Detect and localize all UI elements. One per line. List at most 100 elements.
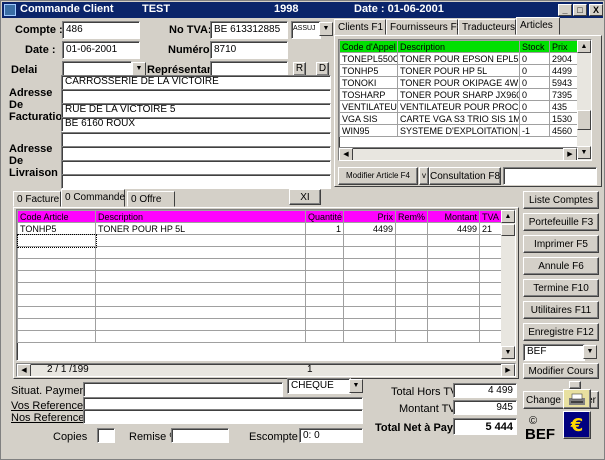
order-line-cell[interactable]: [427, 294, 480, 307]
order-line-cell[interactable]: [17, 330, 96, 343]
order-line-cell[interactable]: [17, 258, 96, 271]
order-line-cell[interactable]: [395, 234, 428, 247]
order-line-cell[interactable]: [305, 258, 344, 271]
order-line-cell[interactable]: [17, 246, 96, 259]
order-line-cell[interactable]: [343, 282, 396, 295]
tab-articles[interactable]: Articles: [516, 17, 560, 35]
maximize-button[interactable]: □: [573, 4, 587, 16]
btn-d[interactable]: D: [316, 62, 329, 76]
order-line-cell[interactable]: [343, 234, 396, 247]
utilitaires-button[interactable]: Utilitaires F11: [523, 301, 599, 319]
order-line-cell[interactable]: [305, 318, 344, 331]
adresse-facturation-line-4[interactable]: BE 6160 ROUX: [61, 117, 331, 132]
order-line-cell[interactable]: [479, 294, 504, 307]
enregistre-button[interactable]: Enregistre F12: [523, 323, 599, 341]
order-line-cell[interactable]: 21: [479, 222, 504, 235]
currency-select[interactable]: BEF: [523, 344, 585, 361]
order-line-cell[interactable]: [305, 246, 344, 259]
tab-fournisseurs[interactable]: Fournisseurs F2: [386, 19, 462, 35]
order-line-cell[interactable]: [305, 330, 344, 343]
copies-input[interactable]: [97, 428, 115, 443]
payment-mode-select[interactable]: CHEQUE: [287, 378, 351, 394]
order-line-cell[interactable]: [395, 258, 428, 271]
order-line-cell[interactable]: [479, 318, 504, 331]
scroll-down-icon[interactable]: ▼: [577, 146, 591, 159]
nos-references-input[interactable]: [83, 409, 363, 424]
adresse-facturation-line-1[interactable]: CARROSSERIE DE LA VICTOIRE: [61, 75, 331, 90]
article-row[interactable]: VGA SIS CARTE VGA S3 TRIO SIS 1MB 0 1530: [339, 112, 580, 125]
article-row[interactable]: WIN95 SYSTEME D'EXPLOITATION W -1 4560: [339, 124, 580, 137]
order-line-cell[interactable]: [427, 306, 480, 319]
tva-regime-select[interactable]: ASSUJ: [291, 21, 321, 39]
order-line-cell[interactable]: [95, 270, 306, 283]
order-line-cell[interactable]: [395, 294, 428, 307]
printer-icon[interactable]: [563, 389, 591, 409]
remise-input[interactable]: [171, 428, 229, 443]
scroll-up-icon[interactable]: ▲: [577, 40, 591, 53]
order-line-cell[interactable]: [479, 282, 504, 295]
order-line-cell[interactable]: 4499: [343, 222, 396, 235]
euro-icon[interactable]: €: [563, 411, 591, 439]
col-rem[interactable]: Rem%: [395, 210, 428, 223]
minimize-button[interactable]: _: [558, 4, 572, 16]
order-line-cell[interactable]: [17, 270, 96, 283]
article-v-button[interactable]: v: [419, 167, 429, 185]
order-line-cell[interactable]: [395, 222, 428, 235]
compte-input[interactable]: 486: [62, 21, 140, 39]
col-description[interactable]: Description: [397, 40, 520, 53]
tab-commande[interactable]: 0 Commande: [61, 189, 125, 207]
articles-grid[interactable]: Code d'Appel Description Stock Prix TONE…: [338, 39, 592, 161]
order-line-cell[interactable]: [343, 246, 396, 259]
order-line-cell[interactable]: [95, 246, 306, 259]
order-line-row[interactable]: [17, 318, 504, 331]
order-line-cell[interactable]: [17, 306, 96, 319]
col-quantite[interactable]: Quantité: [305, 210, 344, 223]
order-line-cell[interactable]: [343, 294, 396, 307]
order-line-cell[interactable]: [343, 330, 396, 343]
order-line-row[interactable]: [17, 330, 504, 343]
escompte-input[interactable]: 0: 0: [299, 428, 363, 443]
articles-hscroll[interactable]: ◀ ▶: [338, 147, 578, 161]
order-line-cell[interactable]: [95, 258, 306, 271]
tab-traducteurs[interactable]: Traducteurs: [458, 19, 516, 35]
order-line-row[interactable]: [17, 246, 504, 259]
order-line-cell[interactable]: [479, 330, 504, 343]
order-line-cell[interactable]: [95, 330, 306, 343]
imprimer-button[interactable]: Imprimer F5: [523, 235, 599, 253]
order-line-cell[interactable]: TONHP5: [17, 222, 96, 235]
order-line-cell[interactable]: 1: [305, 222, 344, 235]
order-line-cell[interactable]: [95, 306, 306, 319]
order-line-row[interactable]: [17, 294, 504, 307]
order-line-cell[interactable]: [305, 282, 344, 295]
scroll-left-icon[interactable]: ◀: [339, 148, 353, 160]
modifier-article-button[interactable]: Modifier Article F4: [338, 167, 418, 185]
order-line-cell[interactable]: [395, 330, 428, 343]
currency-dropdown-icon[interactable]: ▼: [583, 345, 597, 359]
order-line-cell[interactable]: [479, 234, 504, 247]
tab-clients[interactable]: Clients F1: [334, 19, 386, 35]
order-line-row[interactable]: [17, 233, 504, 248]
lines-scroll-thumb[interactable]: [501, 224, 515, 236]
order-line-cell[interactable]: [17, 233, 97, 248]
order-line-cell[interactable]: [305, 294, 344, 307]
order-line-cell[interactable]: [427, 234, 480, 247]
order-line-cell[interactable]: [479, 258, 504, 271]
order-line-cell[interactable]: [343, 318, 396, 331]
tab-facture[interactable]: 0 Facture: [13, 191, 61, 207]
article-row[interactable]: TONHP5 TONER POUR HP 5L 0 4499: [339, 64, 580, 77]
modifier-cours-button[interactable]: Modifier Cours: [523, 363, 599, 379]
col-code-appel[interactable]: Code d'Appel: [339, 40, 398, 53]
scroll-right-icon[interactable]: ▶: [563, 148, 577, 160]
lines-scroll-down-icon[interactable]: ▼: [501, 346, 515, 359]
article-row[interactable]: TONEPL550C TONER POUR EPSON EPL55 0 2904: [339, 52, 580, 65]
order-line-cell[interactable]: [95, 282, 306, 295]
order-line-cell[interactable]: [479, 246, 504, 259]
order-line-cell[interactable]: [395, 318, 428, 331]
order-line-cell[interactable]: TONER POUR HP 5L: [95, 222, 306, 235]
col-prix[interactable]: Prix: [549, 40, 580, 53]
order-line-cell[interactable]: [395, 270, 428, 283]
order-line-cell[interactable]: [395, 282, 428, 295]
order-line-cell[interactable]: [95, 234, 306, 247]
order-line-cell[interactable]: [427, 330, 480, 343]
close-button[interactable]: X: [589, 4, 603, 16]
